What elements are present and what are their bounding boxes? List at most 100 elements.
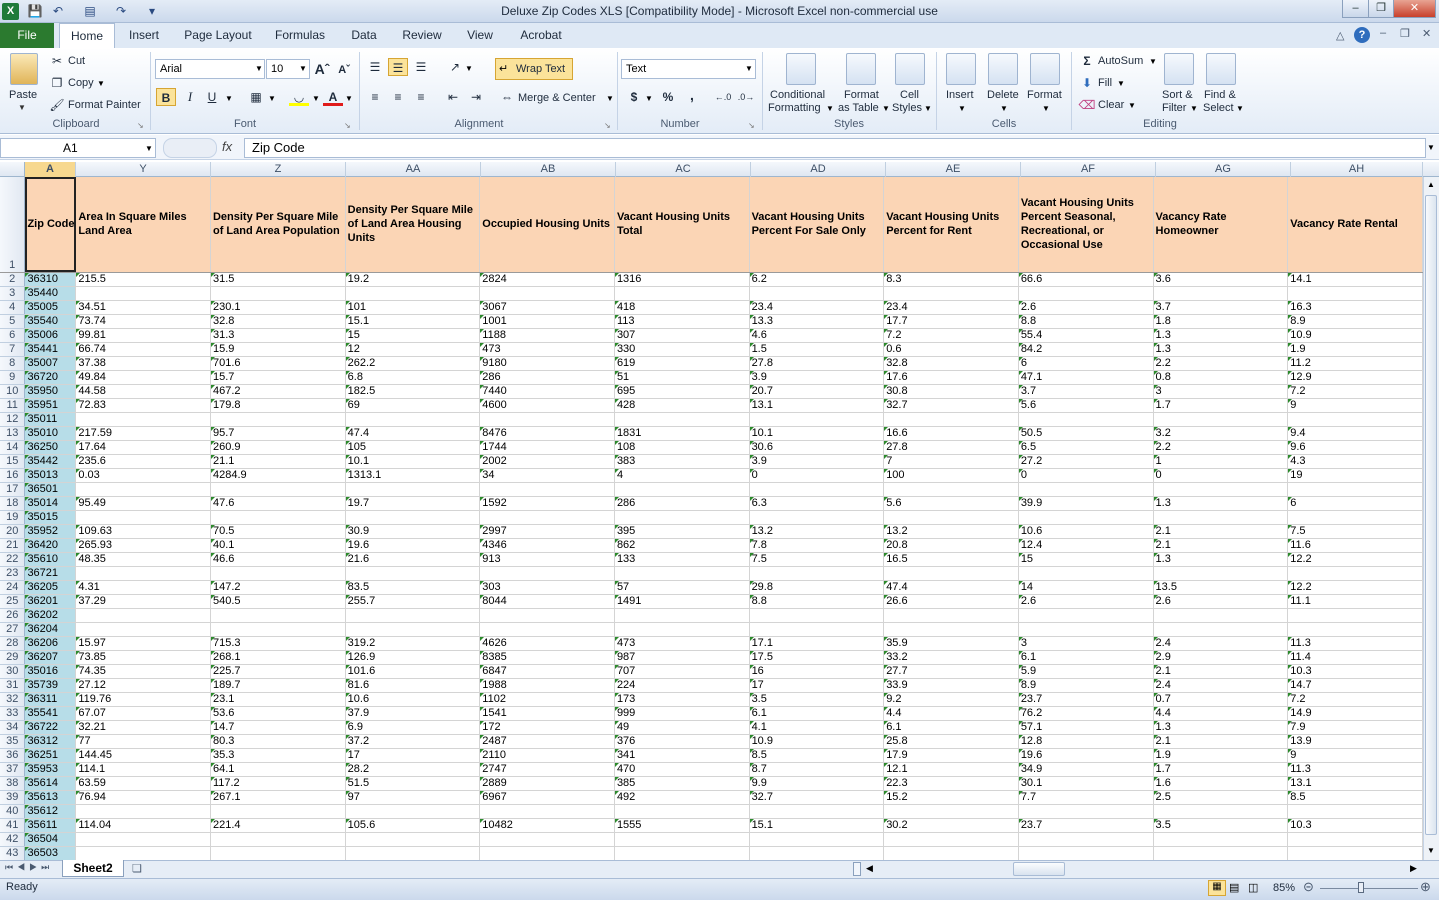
cell[interactable]: 67.07 — [75, 706, 211, 721]
cell[interactable]: 10.6 — [345, 692, 481, 707]
cell[interactable]: 12.1 — [883, 762, 1019, 777]
cell[interactable]: 55.4 — [1018, 328, 1154, 343]
cell[interactable]: 428 — [614, 398, 750, 413]
row-header[interactable]: 7 — [0, 342, 26, 357]
cell[interactable]: 1.6 — [1153, 776, 1289, 791]
cell[interactable] — [345, 622, 481, 637]
number-format-select[interactable]: Text — [621, 59, 756, 79]
cell[interactable]: 3.5 — [1153, 818, 1289, 833]
autosum-icon[interactable]: Σ — [1077, 52, 1097, 70]
cell[interactable]: 1 — [1153, 454, 1289, 469]
cell[interactable]: 7.2 — [883, 328, 1019, 343]
cell[interactable]: 15.9 — [210, 342, 346, 357]
cell[interactable]: 2110 — [479, 748, 615, 763]
cell-styles-label-2[interactable]: Styles — [892, 102, 922, 115]
row-header[interactable]: 17 — [0, 482, 26, 497]
row-header[interactable]: 14 — [0, 440, 26, 455]
cell[interactable] — [883, 846, 1019, 860]
cell[interactable] — [479, 846, 615, 860]
cell[interactable]: 21.1 — [210, 454, 346, 469]
cell[interactable]: 34 — [479, 468, 615, 483]
cell[interactable]: 35016 — [24, 664, 77, 679]
cell[interactable]: 7.5 — [1287, 524, 1423, 539]
font-name-select[interactable]: Arial — [155, 59, 265, 79]
cell[interactable]: 265.93 — [75, 538, 211, 553]
cell[interactable]: 95.49 — [75, 496, 211, 511]
cell[interactable]: 32.8 — [883, 356, 1019, 371]
format-cells-icon[interactable] — [1030, 53, 1060, 85]
cell[interactable]: 8.9 — [1287, 314, 1423, 329]
cell[interactable] — [210, 286, 346, 301]
cell[interactable] — [479, 608, 615, 623]
cell[interactable]: 23.4 — [749, 300, 885, 315]
delete-cells-icon[interactable] — [988, 53, 1018, 85]
cell[interactable]: 39.9 — [1018, 496, 1154, 511]
cell[interactable]: 70.5 — [210, 524, 346, 539]
cell[interactable]: 57 — [614, 580, 750, 595]
cell[interactable]: 8.7 — [749, 762, 885, 777]
cell[interactable]: 1555 — [614, 818, 750, 833]
cell[interactable] — [75, 804, 211, 819]
fill-icon[interactable]: ⬇ — [1077, 74, 1097, 92]
cell[interactable] — [749, 622, 885, 637]
paste-icon[interactable] — [10, 53, 38, 85]
format-table-dropdown-icon[interactable]: ▼ — [882, 104, 890, 113]
cell[interactable]: 20.7 — [749, 384, 885, 399]
fill-color-dropdown-icon[interactable]: ▼ — [312, 94, 320, 103]
cell[interactable]: 9.9 — [749, 776, 885, 791]
format-painter-button[interactable]: Format Painter — [68, 99, 141, 112]
cell[interactable]: 15.2 — [883, 790, 1019, 805]
row-header[interactable]: 39 — [0, 790, 26, 805]
cell[interactable] — [345, 482, 481, 497]
cell[interactable]: 470 — [614, 762, 750, 777]
cell[interactable] — [210, 622, 346, 637]
cell[interactable]: 4.4 — [1153, 706, 1289, 721]
cell[interactable]: 73.85 — [75, 650, 211, 665]
cell[interactable]: 418 — [614, 300, 750, 315]
cell[interactable]: 862 — [614, 538, 750, 553]
cell[interactable]: 47.4 — [345, 426, 481, 441]
row-header[interactable]: 8 — [0, 356, 26, 371]
cell[interactable]: 95.7 — [210, 426, 346, 441]
cell[interactable]: 4 — [614, 468, 750, 483]
cell[interactable]: 182.5 — [345, 384, 481, 399]
cell[interactable]: 2.1 — [1153, 524, 1289, 539]
cell[interactable]: 32.8 — [210, 314, 346, 329]
insert-cells-button[interactable]: Insert — [946, 89, 974, 102]
cell[interactable]: 27.8 — [749, 356, 885, 371]
cell[interactable]: 30.6 — [749, 440, 885, 455]
cell[interactable]: 10482 — [479, 818, 615, 833]
cell[interactable] — [1287, 412, 1423, 427]
cell[interactable]: 16.3 — [1287, 300, 1423, 315]
clear-button[interactable]: Clear — [1098, 99, 1124, 112]
cell[interactable] — [345, 846, 481, 860]
cell[interactable]: 330 — [614, 342, 750, 357]
cell[interactable]: 1831 — [614, 426, 750, 441]
row-header[interactable]: 2 — [0, 272, 26, 287]
conditional-dropdown-icon[interactable]: ▼ — [826, 104, 834, 113]
fill-button[interactable]: Fill — [1098, 77, 1112, 90]
cell[interactable] — [1153, 846, 1289, 860]
cell[interactable] — [1153, 832, 1289, 847]
cell[interactable] — [1287, 804, 1423, 819]
tab-view[interactable]: View — [458, 23, 502, 48]
bold-button[interactable]: B — [156, 88, 176, 106]
cell[interactable]: 36504 — [24, 832, 77, 847]
cell[interactable]: 47.6 — [210, 496, 346, 511]
cell[interactable] — [345, 608, 481, 623]
cell[interactable]: 1.9 — [1153, 748, 1289, 763]
cell[interactable]: 36312 — [24, 734, 77, 749]
cell[interactable]: 31.5 — [210, 272, 346, 287]
cell[interactable]: 35.9 — [883, 636, 1019, 651]
restore-button[interactable]: ❐ — [1368, 0, 1394, 18]
cell[interactable]: 17.6 — [883, 370, 1019, 385]
font-color-icon[interactable]: A — [323, 88, 343, 106]
cell[interactable]: 12.2 — [1287, 552, 1423, 567]
cell[interactable]: 48.35 — [75, 552, 211, 567]
cell[interactable] — [749, 510, 885, 525]
decrease-indent-icon[interactable]: ⇤ — [443, 88, 463, 106]
row-header[interactable]: 27 — [0, 622, 26, 637]
row-header[interactable]: 37 — [0, 762, 26, 777]
cell[interactable]: 35614 — [24, 776, 77, 791]
font-size-dropdown-icon[interactable]: ▼ — [299, 64, 307, 73]
